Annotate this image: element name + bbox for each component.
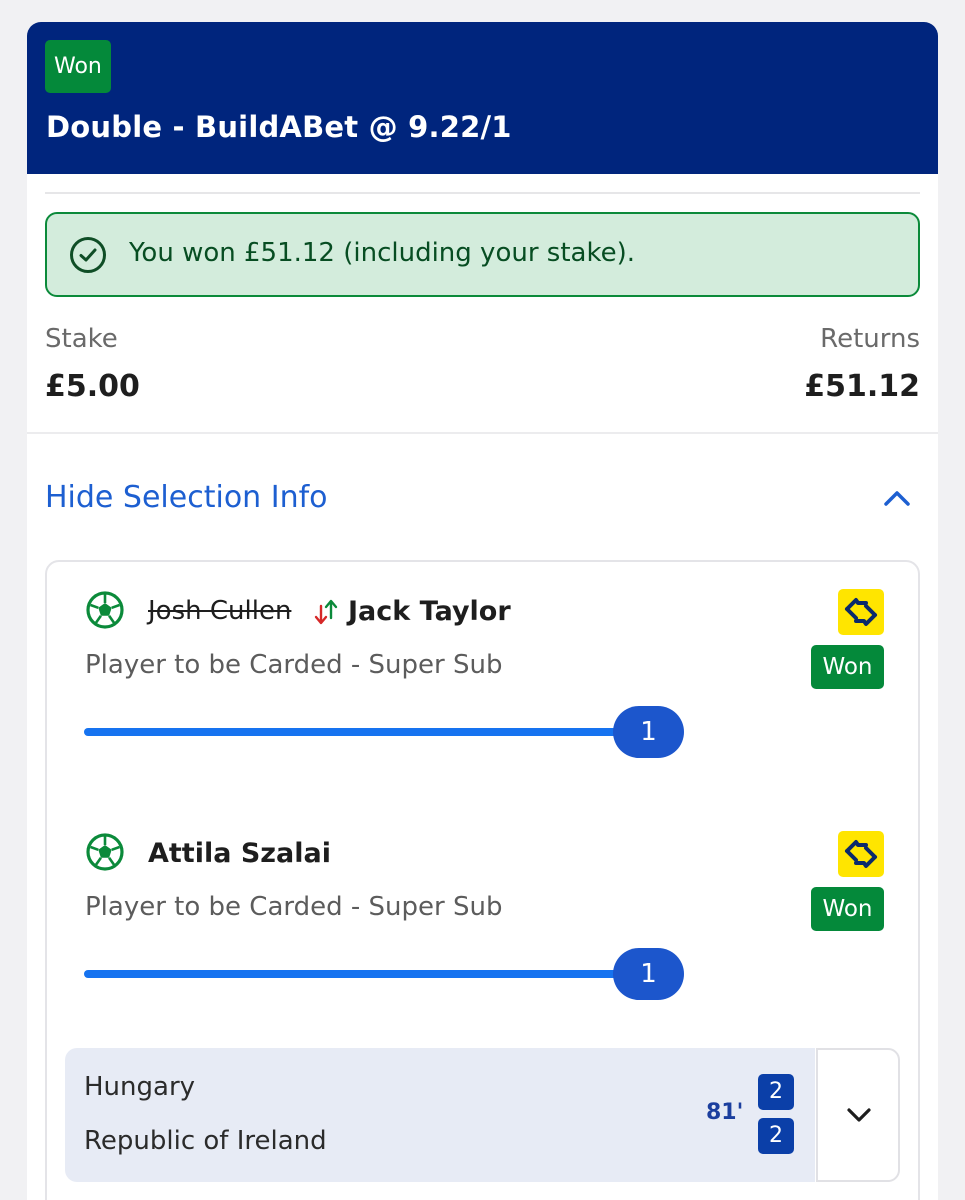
leg-status-badge: Won bbox=[811, 645, 884, 689]
hide-selection-info-link[interactable]: Hide Selection Info bbox=[45, 480, 328, 515]
leg-status-badge: Won bbox=[811, 887, 884, 931]
replaced-player-name: Josh Cullen bbox=[148, 596, 292, 626]
divider bbox=[45, 192, 920, 194]
bet-title: Double - BuildABet @ 9.22/1 bbox=[46, 110, 512, 144]
returns-value: £51.12 bbox=[804, 369, 920, 404]
progress-track bbox=[84, 728, 624, 736]
bet-card: Won Double - BuildABet @ 9.22/1 You won … bbox=[27, 22, 938, 1200]
won-banner: You won £51.12 (including your stake). bbox=[45, 212, 920, 297]
bet-status-badge: Won bbox=[45, 40, 111, 93]
check-circle-icon bbox=[70, 237, 106, 273]
selection-leg: Josh Cullen Jack Taylor Player to be Car… bbox=[47, 562, 918, 762]
substitution-icon bbox=[314, 599, 338, 625]
home-score: 2 bbox=[758, 1074, 794, 1110]
player-name: Jack Taylor bbox=[348, 596, 511, 627]
market-name: Player to be Carded - Super Sub bbox=[85, 892, 503, 922]
chevron-down-icon bbox=[847, 1108, 871, 1122]
event-score-panel[interactable]: Hungary Republic of Ireland 81' 2 2 bbox=[65, 1048, 815, 1182]
expand-event-button[interactable] bbox=[816, 1048, 900, 1182]
player-name: Attila Szalai bbox=[148, 838, 331, 869]
football-icon bbox=[86, 591, 124, 629]
bet-header: Won Double - BuildABet @ 9.22/1 bbox=[27, 22, 938, 174]
stake-label: Stake bbox=[45, 324, 118, 354]
away-score: 2 bbox=[758, 1118, 794, 1154]
home-team-name: Hungary bbox=[84, 1072, 196, 1102]
away-team-name: Republic of Ireland bbox=[84, 1126, 327, 1156]
won-message: You won £51.12 (including your stake). bbox=[129, 238, 635, 268]
market-name: Player to be Carded - Super Sub bbox=[85, 650, 503, 680]
section-divider bbox=[27, 432, 938, 434]
progress-value: 1 bbox=[613, 706, 684, 758]
returns-label: Returns bbox=[820, 324, 920, 354]
stake-value: £5.00 bbox=[45, 369, 140, 404]
swap-icon[interactable] bbox=[838, 831, 884, 877]
football-icon bbox=[86, 833, 124, 871]
progress-track bbox=[84, 970, 624, 978]
progress-value: 1 bbox=[613, 948, 684, 1000]
swap-icon[interactable] bbox=[838, 589, 884, 635]
selection-leg: Attila Szalai Player to be Carded - Supe… bbox=[47, 804, 918, 1004]
match-minute: 81' bbox=[706, 1100, 744, 1125]
selection-info-panel: Josh Cullen Jack Taylor Player to be Car… bbox=[45, 560, 920, 1200]
chevron-up-icon[interactable] bbox=[882, 486, 912, 510]
